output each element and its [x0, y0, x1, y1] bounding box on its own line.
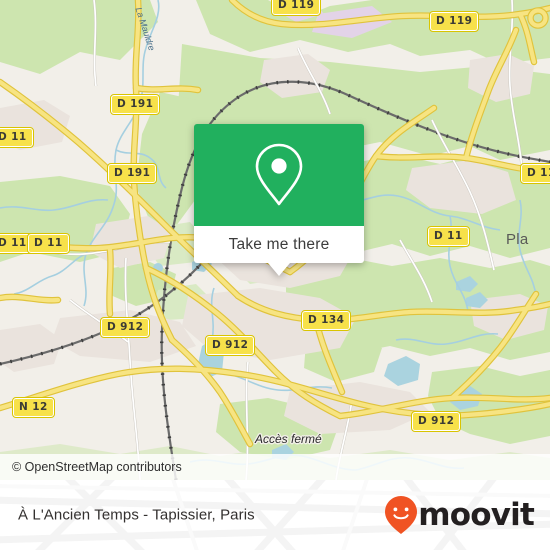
road-shield: D 119 — [270, 0, 322, 16]
road-shield: D 912 — [99, 317, 151, 338]
road-shield: D 191 — [109, 94, 161, 115]
take-me-there-label: Take me there — [228, 235, 330, 253]
moovit-wordmark: moovit — [418, 496, 535, 533]
map-attribution-bar: © OpenStreetMap contributors — [0, 454, 550, 480]
road-shield: D 119 — [428, 11, 480, 32]
page-title: À L'Ancien Temps - Tapissier, Paris — [18, 506, 255, 524]
road-shield: D 912 — [410, 411, 462, 432]
popup-tail — [268, 263, 290, 276]
road-shield: D 11 — [0, 127, 34, 148]
road-shield: D 912 — [204, 335, 256, 356]
popup-action[interactable]: Take me there — [194, 226, 364, 276]
moovit-map-page: D 119D 119D 191D 191D 11D 11D 11D 11D 11… — [0, 0, 550, 550]
poi-label: Accès fermé — [255, 432, 322, 446]
map-canvas[interactable]: D 119D 119D 191D 191D 11D 11D 11D 11D 11… — [0, 0, 550, 480]
location-popup[interactable]: Take me there — [194, 124, 364, 276]
road-shield: D 191 — [106, 163, 158, 184]
moovit-logo[interactable]: moovit — [384, 495, 535, 535]
road-shield: D 11 — [27, 233, 70, 254]
place-label: Pla — [506, 231, 529, 248]
road-shield: D 134 — [300, 310, 352, 331]
road-shield: D 11 — [427, 226, 470, 247]
road-shield: D 11 — [520, 163, 550, 184]
page-footer: À L'Ancien Temps - Tapissier, Paris moov… — [0, 480, 550, 550]
moovit-smiley-pin-icon — [385, 496, 418, 534]
map-pin-icon — [255, 143, 303, 206]
osm-attribution-text[interactable]: © OpenStreetMap contributors — [12, 460, 182, 474]
road-shield: N 12 — [12, 397, 55, 418]
popup-header — [194, 124, 364, 226]
